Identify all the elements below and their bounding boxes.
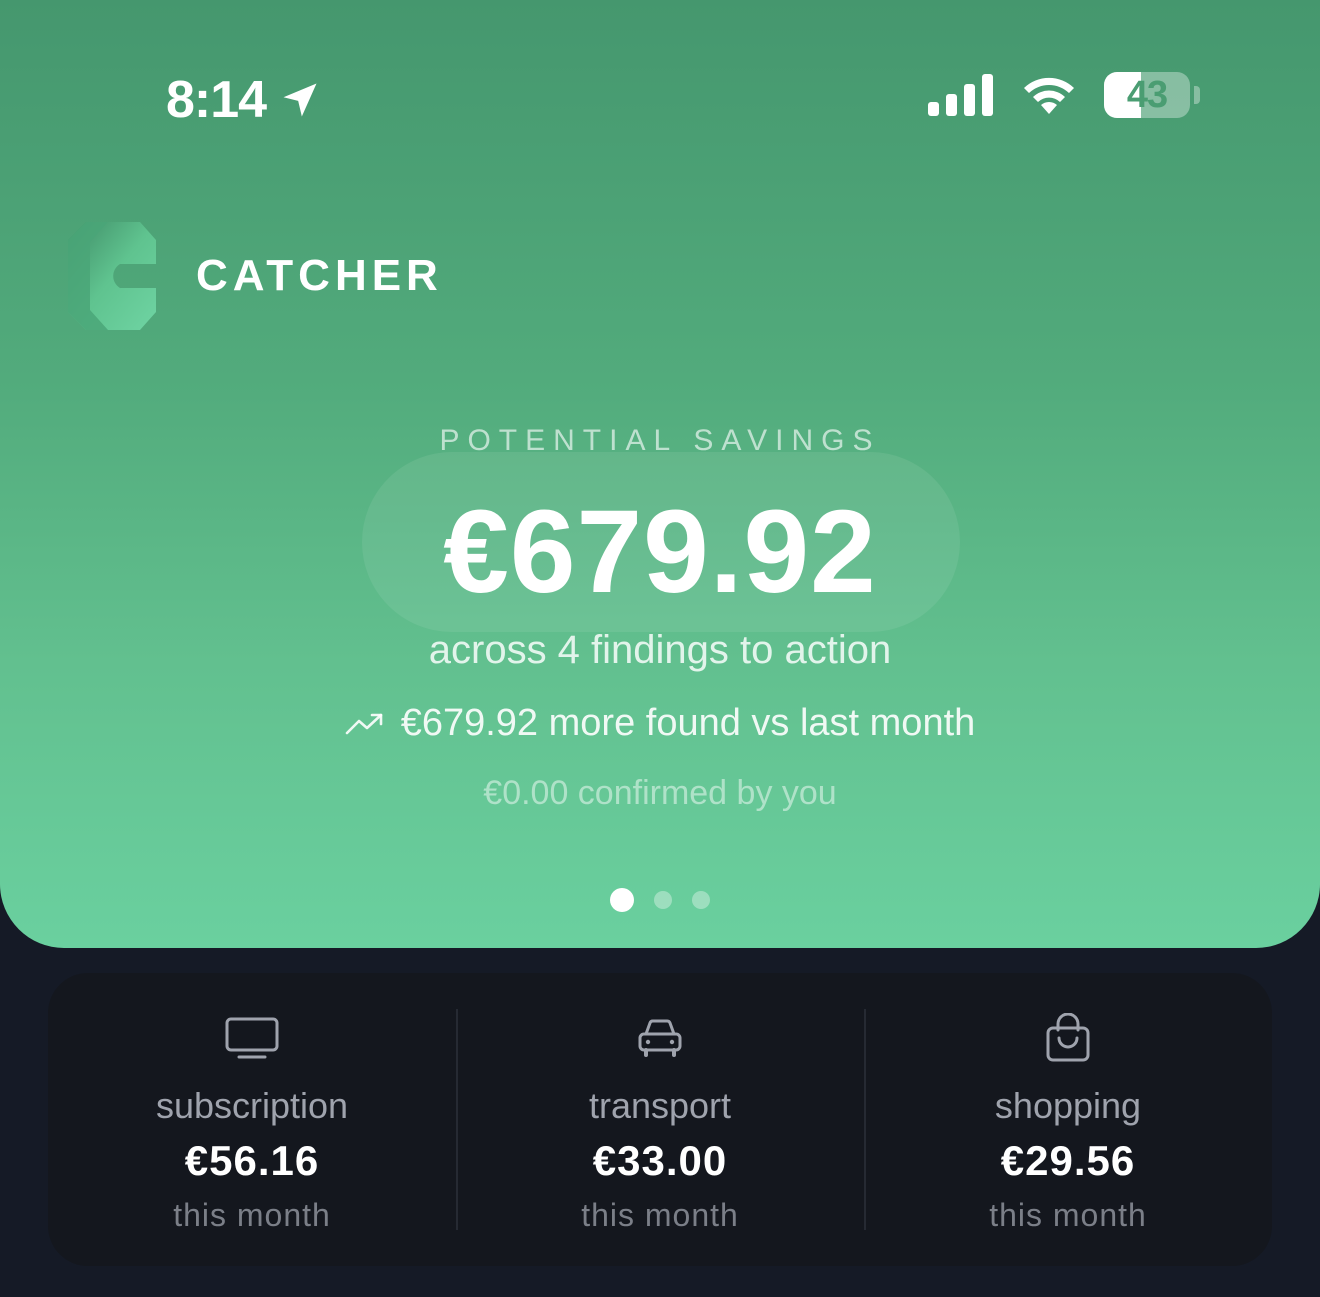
category-name: shopping (994, 1085, 1142, 1126)
battery-level: 43 (1126, 73, 1168, 116)
brand: CATCHER (68, 222, 443, 330)
category-period: this month (581, 1197, 739, 1233)
trend-text: €679.92 more found vs last month (400, 702, 976, 744)
status-indicators: 43 (928, 72, 1200, 118)
category-value: €29.56 (1000, 1137, 1136, 1184)
category-subscription[interactable]: subscription €56.16 this month (48, 973, 456, 1266)
status-time-label: 8:14 (166, 71, 267, 129)
category-shopping[interactable]: shopping €29.56 this month (864, 973, 1272, 1266)
page-dot[interactable] (610, 888, 634, 912)
brand-name: CATCHER (196, 251, 443, 300)
savings-amount: €679.92 (443, 486, 877, 618)
category-period: this month (173, 1197, 331, 1233)
trend-row: €679.92 more found vs last month (0, 702, 1320, 745)
page-indicator[interactable] (0, 888, 1320, 912)
signal-icon (928, 74, 993, 116)
wifi-icon (1024, 77, 1074, 114)
category-name: transport (588, 1085, 732, 1126)
category-value: €56.16 (184, 1137, 320, 1184)
catcher-logo-icon (68, 222, 156, 330)
status-time: 8:14 (166, 70, 322, 130)
category-name: subscription (155, 1085, 349, 1126)
page-dot[interactable] (692, 891, 710, 909)
car-icon (638, 1013, 682, 1063)
savings-hero: 8:14 43 CATCHER POTENTIAL SAVINGS €679.9… (0, 0, 1320, 948)
category-card: subscription €56.16 this month transport… (48, 973, 1272, 1266)
findings-summary: across 4 findings to action (428, 628, 892, 672)
category-period: this month (989, 1197, 1147, 1233)
tv-icon (225, 1013, 279, 1063)
category-transport[interactable]: transport €33.00 this month (456, 973, 864, 1266)
trending-up-icon (345, 713, 383, 734)
page-dot[interactable] (654, 891, 672, 909)
shopping-bag-icon (1045, 1013, 1091, 1063)
battery-indicator: 43 (1104, 72, 1190, 118)
location-arrow-icon (283, 83, 317, 117)
battery-nub (1194, 86, 1200, 104)
category-value: €33.00 (592, 1137, 728, 1184)
confirmed-text: €0.00 confirmed by you (483, 774, 837, 812)
